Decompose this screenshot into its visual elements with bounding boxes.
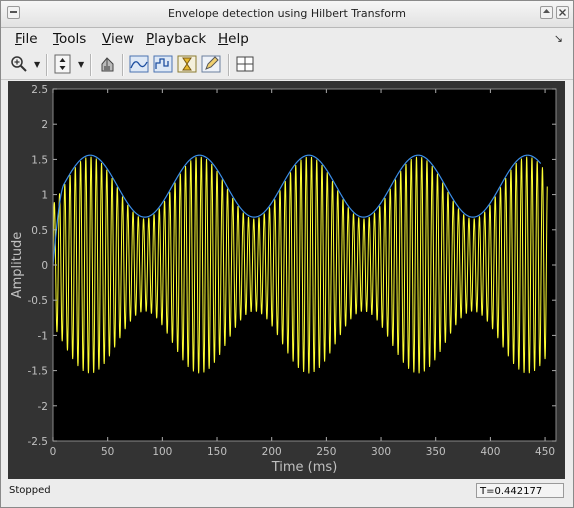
close-icon	[559, 9, 566, 16]
y-tick-label: 1.5	[31, 154, 48, 166]
y-tick-label: -2	[38, 401, 48, 413]
view-mode-3-icon[interactable]	[177, 54, 197, 74]
menu-playback-mnemonic: P	[146, 31, 155, 47]
x-tick-label: 50	[101, 446, 114, 458]
y-tick-label: 0	[41, 260, 48, 272]
app-window: Envelope detection using Hilbert Transfo…	[0, 0, 574, 508]
x-axis-label: Time (ms)	[271, 460, 338, 475]
toolbar: ▼ ▼	[1, 51, 573, 80]
menu-view[interactable]: View	[102, 31, 134, 47]
status-text: Stopped	[9, 485, 51, 496]
figure-panel: -2.5 -2 -1.5 -1 -0.5 0 0.5 1 1.5 2 2.5 0 50 100 150 200…	[8, 81, 565, 479]
status-bar: Stopped T=0.442177	[1, 481, 573, 507]
view-mode-2-icon[interactable]	[153, 54, 173, 74]
scale-axes-icon[interactable]	[53, 54, 73, 74]
close-button[interactable]	[556, 6, 569, 19]
zoom-in-icon[interactable]	[9, 54, 29, 74]
y-tick-label: -0.5	[28, 295, 49, 307]
x-tick-label: 150	[207, 446, 227, 458]
menu-playback[interactable]: Playback	[146, 31, 206, 47]
plot-area[interactable]: -2.5 -2 -1.5 -1 -0.5 0 0.5 1 1.5 2 2.5 0 50 100 150 200…	[8, 81, 565, 479]
y-tick-label: 1	[41, 190, 48, 202]
x-tick-label: 0	[50, 446, 57, 458]
y-tick-label: 2.5	[31, 84, 48, 96]
time-readout: T=0.442177	[476, 483, 564, 498]
y-tick-label: -1	[38, 330, 48, 342]
y-tick-label: 2	[41, 119, 48, 131]
dock-arrow-icon[interactable]: ↘	[554, 32, 563, 45]
menu-tools[interactable]: Tools	[53, 31, 86, 47]
menu-playback-label: layback	[154, 31, 207, 47]
x-tick-label: 400	[480, 446, 500, 458]
y-tick-label: 0.5	[31, 225, 48, 237]
x-tick-label: 450	[535, 446, 555, 458]
maximize-button[interactable]	[540, 6, 553, 19]
grid-layout-icon[interactable]	[235, 54, 255, 74]
y-axis-label: Amplitude	[10, 232, 25, 299]
y-tick-label: -2.5	[28, 436, 49, 448]
menu-view-mnemonic: V	[102, 31, 111, 47]
x-tick-label: 250	[316, 446, 336, 458]
toolbar-separator	[228, 54, 229, 76]
menu-file-mnemonic: F	[15, 31, 22, 47]
scale-dropdown-arrow-icon[interactable]: ▼	[78, 60, 84, 69]
x-tick-label: 350	[426, 446, 446, 458]
menu-file[interactable]: File	[15, 31, 38, 47]
edit-icon[interactable]	[201, 54, 221, 74]
menu-bar: File Tools View Playback Help ↘	[1, 28, 573, 50]
menu-help-label: elp	[228, 31, 249, 47]
view-mode-1-icon[interactable]	[129, 54, 149, 74]
x-tick-label: 200	[262, 446, 282, 458]
x-tick-label: 100	[152, 446, 172, 458]
toolbar-separator	[90, 54, 91, 76]
menu-help[interactable]: Help	[218, 31, 249, 47]
menu-help-mnemonic: H	[218, 31, 229, 47]
menu-tools-label: ools	[58, 31, 87, 47]
y-tick-label: -1.5	[28, 366, 49, 378]
title-bar[interactable]: Envelope detection using Hilbert Transfo…	[1, 1, 573, 28]
x-tick-label: 300	[371, 446, 391, 458]
window-title: Envelope detection using Hilbert Transfo…	[167, 7, 407, 20]
menu-view-label: iew	[110, 31, 135, 47]
maximize-icon	[543, 9, 550, 13]
highlight-icon[interactable]	[98, 54, 118, 74]
zoom-dropdown-arrow-icon[interactable]: ▼	[34, 60, 40, 69]
menu-file-label: ile	[21, 31, 38, 47]
toolbar-separator	[122, 54, 123, 76]
toolbar-separator	[46, 54, 47, 76]
